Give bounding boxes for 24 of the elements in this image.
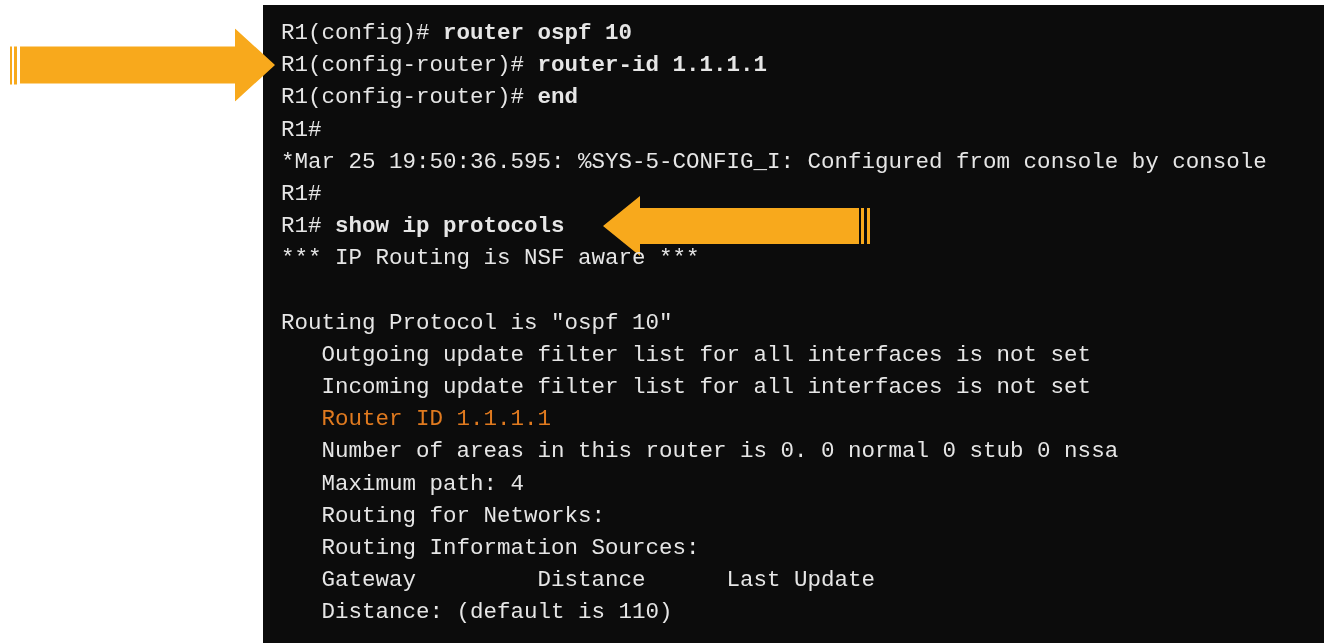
command-text: show ip protocols (335, 212, 565, 242)
prompt-text: R1(config-router)# (281, 83, 525, 113)
output-text: Routing Information Sources: (321, 534, 700, 563)
output-text: Routing for Networks: (321, 501, 606, 531)
highlighted-output-text: Router ID 1.1.1.1 (321, 405, 552, 435)
output-text: Number of areas in this router is 0. 0 normal 0 stub 0 nssa (321, 437, 1119, 467)
output-text: *Mar 25 19:50:36.595: %SYS-5-CONFIG_I: Configured from console by console (281, 147, 1267, 177)
command-text: router ospf 10 (443, 19, 633, 48)
column-heading: Distance (537, 566, 647, 596)
command-text: router-id 1.1.1.1 (537, 51, 768, 81)
command-text: end (537, 83, 579, 113)
output-text: *** IP Routing is NSF aware *** (281, 244, 700, 274)
output-text: R1# (281, 115, 322, 145)
output-text: Incoming update filter list for all interfaces is not set (321, 373, 1092, 403)
column-heading: Last Update (726, 566, 876, 596)
output-text: Outgoing update filter list for all interfaces is not set (321, 340, 1092, 370)
prompt-text: R1# (281, 212, 322, 242)
prompt-text: R1(config-router)# (281, 51, 525, 81)
output-text: R1# (281, 179, 322, 209)
output-text: Maximum path: 4 (321, 469, 525, 499)
prompt-text: R1(config)# (281, 19, 430, 48)
output-text: Distance: (default is 110) (321, 598, 673, 628)
output-text: Routing Protocol is "ospf 10" (281, 308, 673, 338)
column-heading: Gateway (321, 566, 417, 596)
